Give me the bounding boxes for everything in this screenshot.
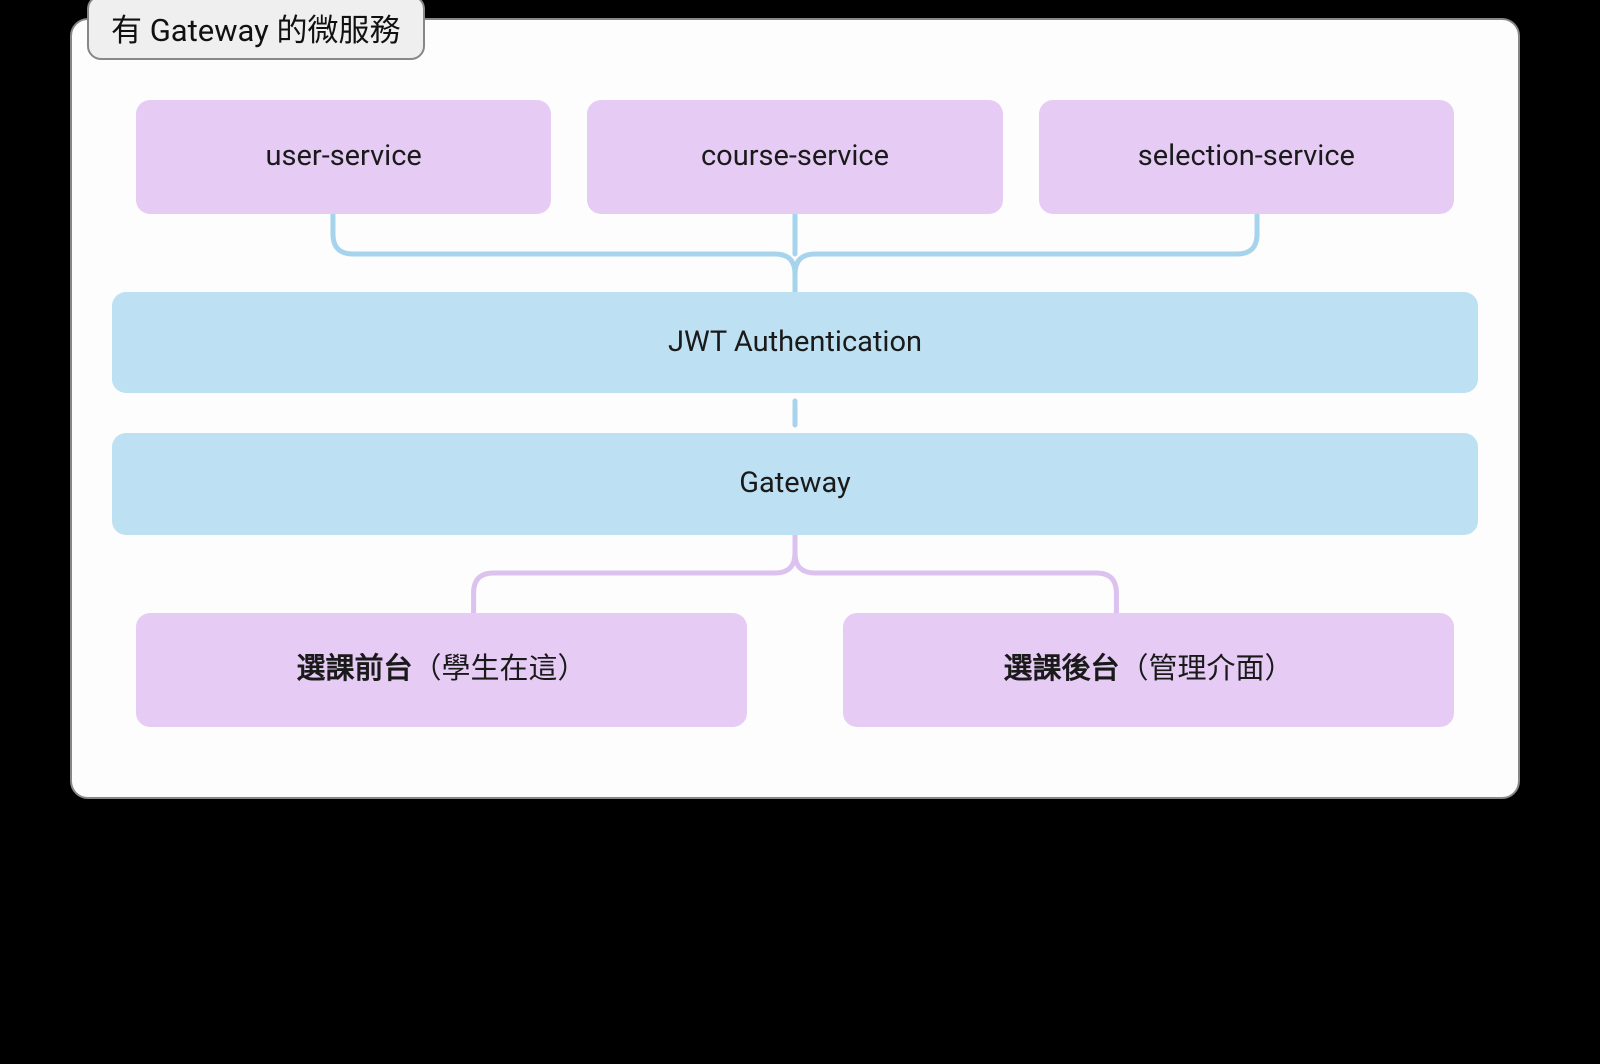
- gateway-row: Gateway: [112, 433, 1478, 535]
- services-row: user-service course-service selection-se…: [112, 100, 1478, 214]
- frontend-student-note: （學生在這）: [413, 652, 587, 686]
- auth-box: JWT Authentication: [112, 292, 1478, 394]
- diagram-title: 有 Gateway 的微服務: [87, 0, 425, 60]
- frontend-box-student: 選課前台（學生在這）: [136, 613, 747, 727]
- frontend-admin-title: 選課後台: [1003, 652, 1119, 686]
- frontends-row: 選課前台（學生在這） 選課後台（管理介面）: [112, 613, 1478, 727]
- connector-gateway-frontends: [112, 535, 1478, 613]
- frontend-box-admin: 選課後台（管理介面）: [843, 613, 1454, 727]
- diagram-container: 有 Gateway 的微服務 user-service course-servi…: [70, 18, 1520, 799]
- connector-services-auth: [112, 214, 1478, 292]
- connector-auth-gateway: [112, 393, 1478, 433]
- gateway-box: Gateway: [112, 433, 1478, 535]
- service-box-selection: selection-service: [1039, 100, 1454, 214]
- service-box-user: user-service: [136, 100, 551, 214]
- frontend-admin-note: （管理介面）: [1120, 652, 1294, 686]
- frontend-student-title: 選課前台: [296, 652, 412, 686]
- auth-row: JWT Authentication: [112, 292, 1478, 394]
- service-box-course: course-service: [587, 100, 1002, 214]
